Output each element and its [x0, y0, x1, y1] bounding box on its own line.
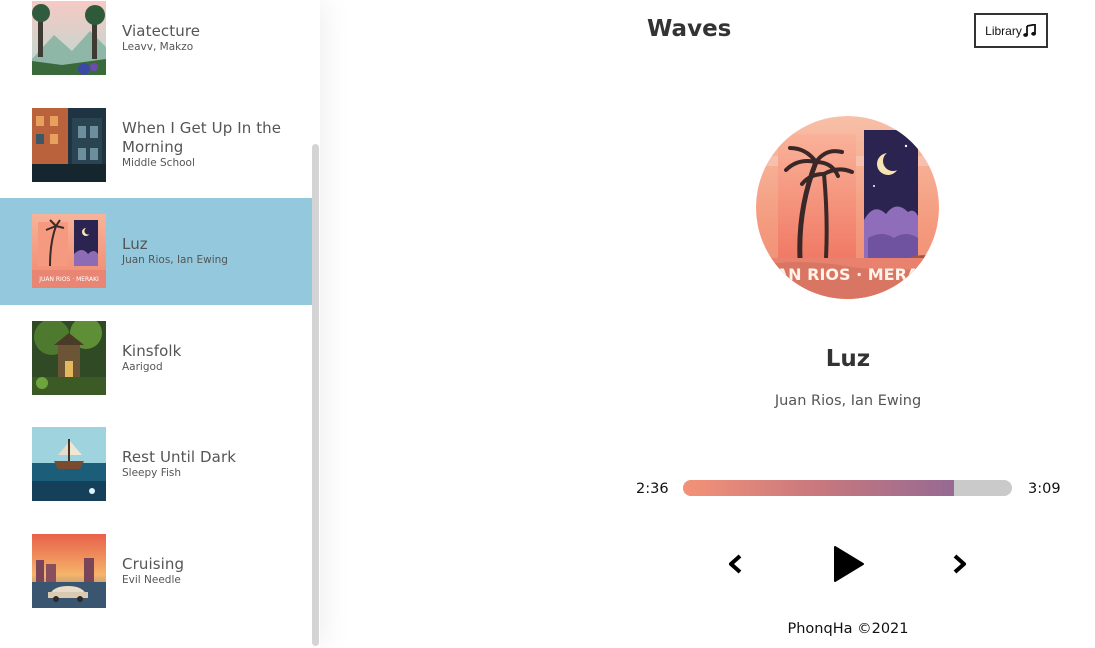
library-song-item-active[interactable]: JUAN RIOS · MERAKI Luz Juan Rios, Ian Ew… — [0, 198, 312, 305]
album-cover-thumbnail — [32, 533, 106, 608]
library-scrollbar[interactable] — [312, 144, 319, 646]
song-title: Cruising — [122, 554, 185, 573]
album-cover-thumbnail — [32, 1, 106, 76]
album-cover-thumbnail — [32, 107, 106, 182]
next-track-button[interactable] — [951, 553, 969, 575]
progress-fill — [683, 480, 955, 496]
song-artist: Leavv, Makzo — [122, 41, 194, 54]
play-button[interactable] — [831, 545, 865, 583]
current-song-title: Luz — [825, 346, 871, 372]
library-song-item[interactable]: Cruising Evil Needle — [0, 518, 312, 625]
previous-track-button[interactable] — [726, 553, 744, 575]
library-button-label: Library — [985, 23, 1022, 38]
current-time: 2:36 — [636, 481, 669, 497]
footer-credit: PhonqHa ©2021 — [787, 621, 909, 637]
progress-track[interactable] — [683, 480, 1012, 496]
music-note-icon — [1023, 22, 1037, 38]
song-title: Rest Until Dark — [122, 448, 237, 467]
song-artist: Sleepy Fish — [122, 467, 182, 480]
song-artist: Aarigod — [122, 360, 163, 373]
album-cover-thumbnail: JUAN RIOS · MERAKI — [32, 214, 106, 289]
cover-artwork-text: JUAN RIOS · MERAKI — [756, 265, 937, 284]
music-player-app: Viatecture Leavv, Makzo When I Get Up In… — [0, 0, 1095, 648]
svg-text:JUAN RIOS · MERAKI: JUAN RIOS · MERAKI — [38, 276, 99, 283]
library-toggle-button[interactable]: Library — [974, 13, 1048, 48]
library-song-item[interactable]: Rest Until Dark Sleepy Fish — [0, 411, 312, 518]
song-title: Viatecture — [122, 22, 201, 41]
app-title: Waves — [647, 16, 732, 42]
song-title: Luz — [122, 235, 148, 254]
chevron-left-icon — [729, 554, 742, 574]
song-title: Kinsfolk — [122, 341, 182, 360]
song-title: When I Get Up In the Morning — [122, 119, 282, 157]
album-cover-thumbnail — [32, 320, 106, 395]
library-panel: Viatecture Leavv, Makzo When I Get Up In… — [0, 0, 320, 648]
song-artist: Juan Rios, Ian Ewing — [122, 254, 228, 267]
current-song-artist: Juan Rios, Ian Ewing — [774, 393, 922, 409]
album-cover: JUAN RIOS · MERAKI — [756, 116, 939, 299]
library-song-item[interactable]: Kinsfolk Aarigod — [0, 305, 312, 412]
total-time: 3:09 — [1028, 481, 1061, 497]
chevron-right-icon — [953, 554, 966, 574]
album-cover-thumbnail — [32, 427, 106, 502]
library-song-item[interactable]: When I Get Up In the Morning Middle Scho… — [0, 92, 312, 199]
library-song-item[interactable]: Viatecture Leavv, Makzo — [0, 0, 312, 92]
song-artist: Evil Needle — [122, 573, 181, 586]
play-icon — [834, 546, 864, 582]
song-artist: Middle School — [122, 157, 195, 170]
song-list: Viatecture Leavv, Makzo When I Get Up In… — [0, 0, 312, 624]
